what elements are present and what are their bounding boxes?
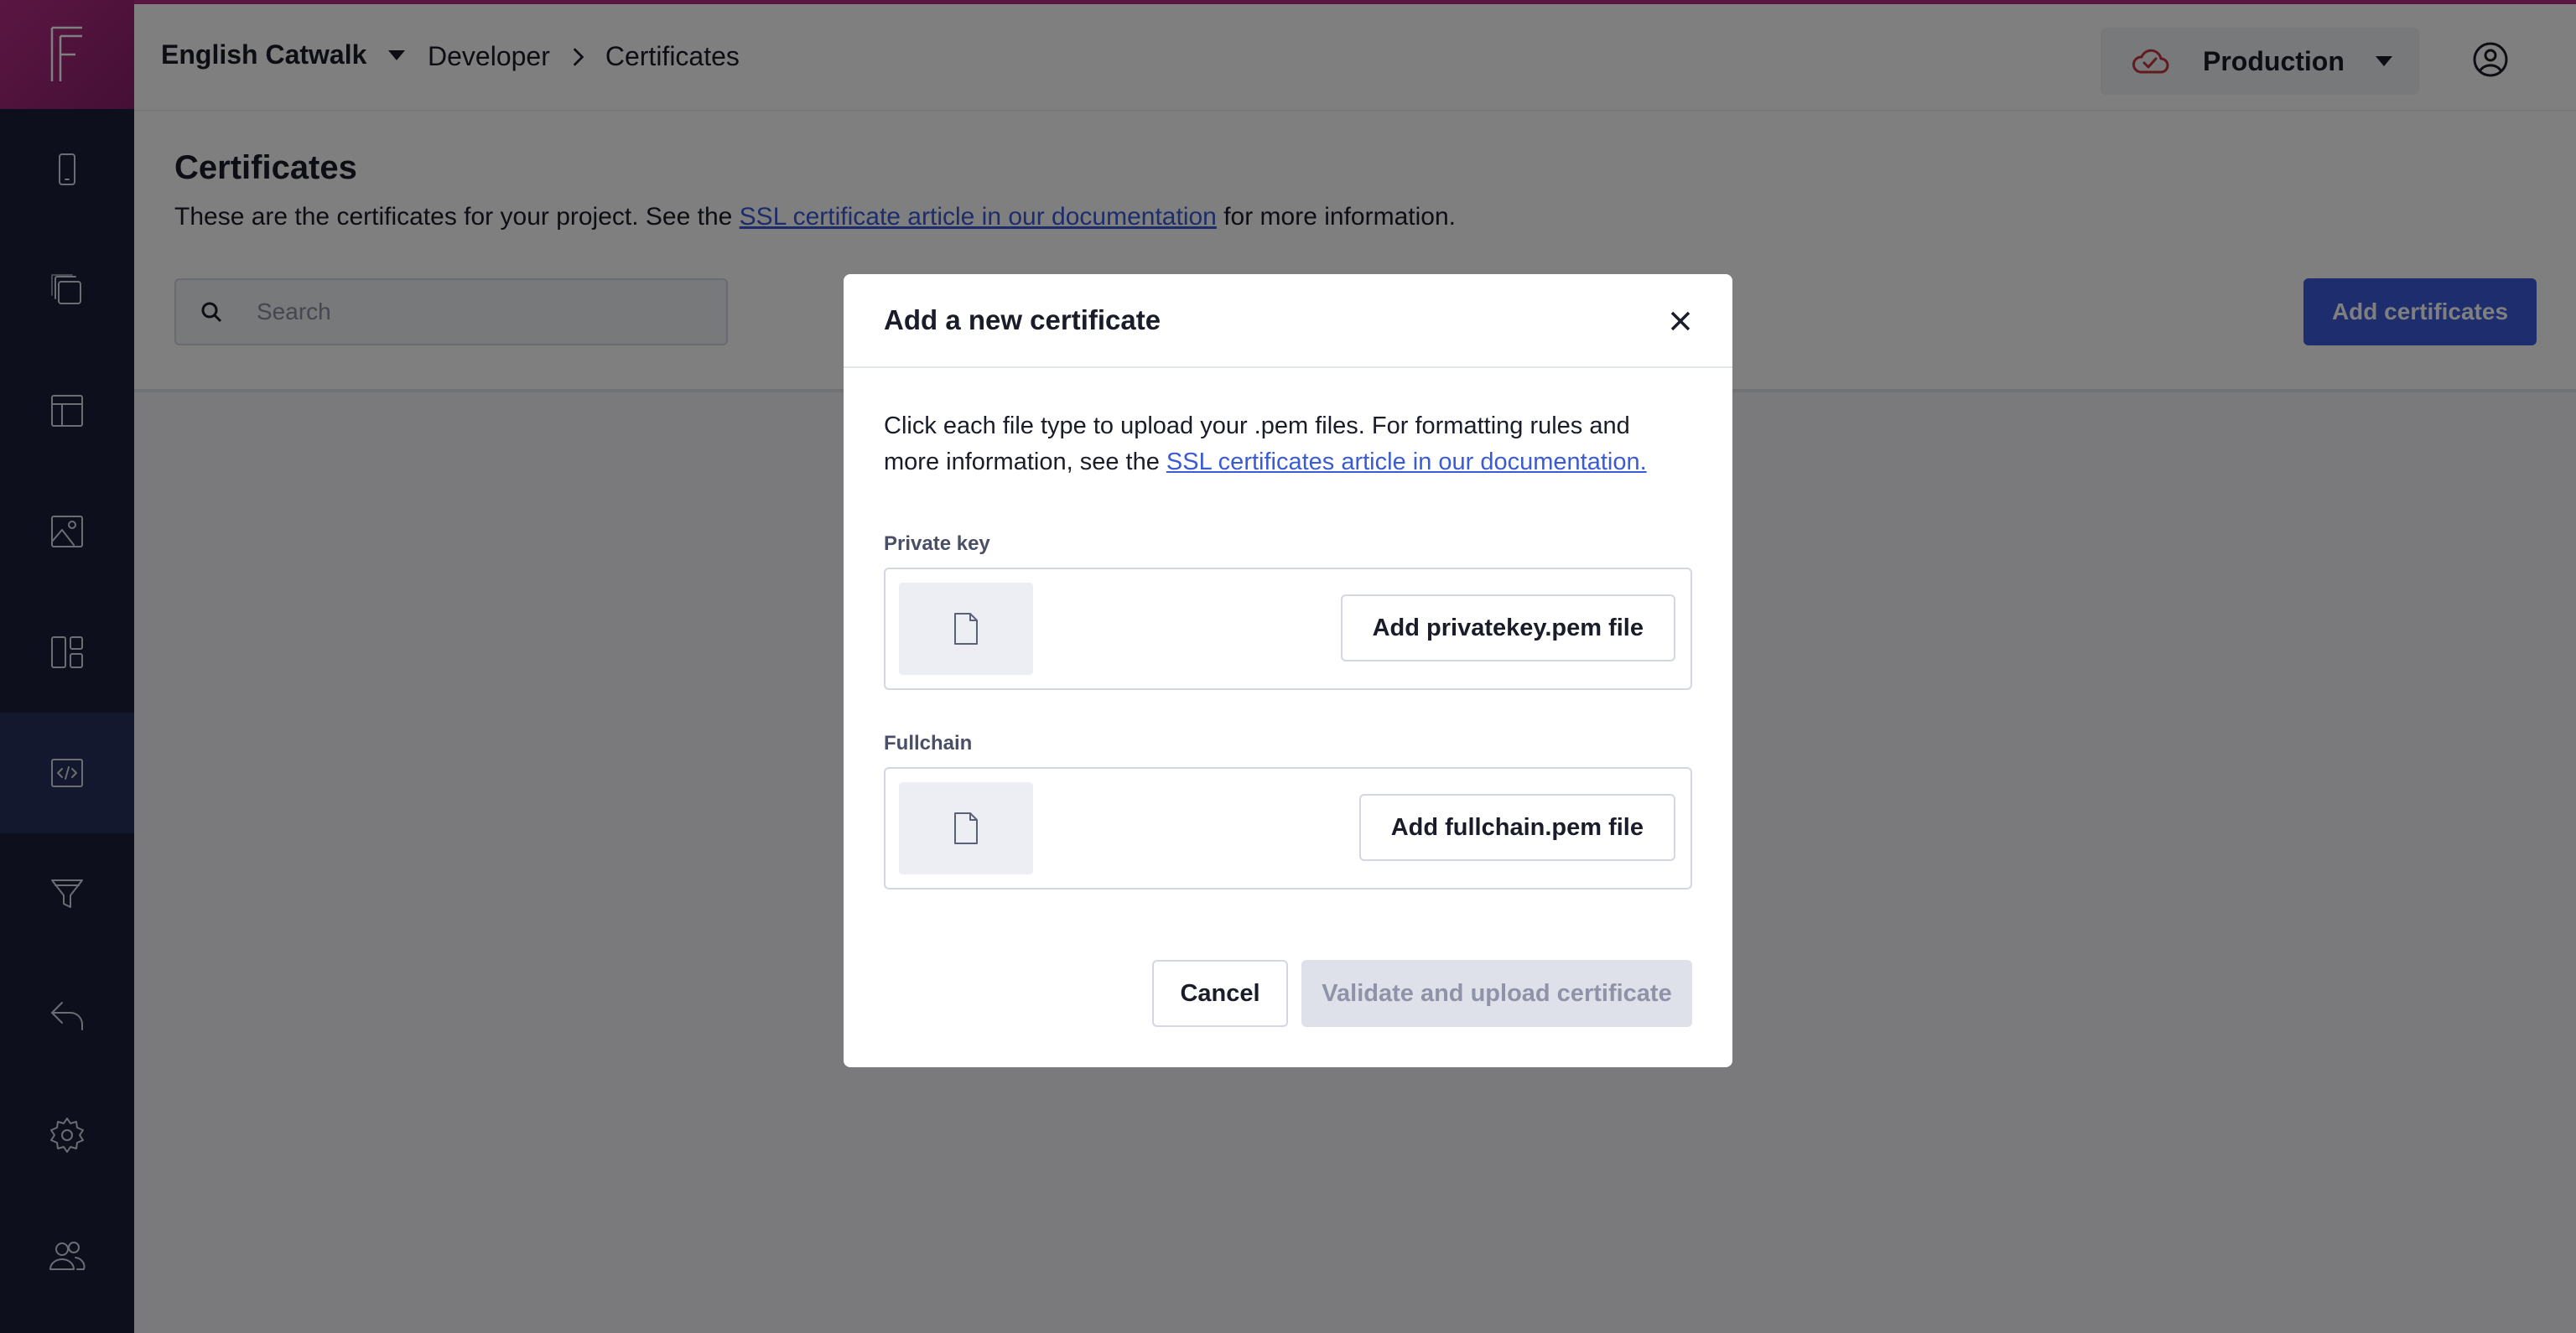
close-button[interactable] [1665, 306, 1696, 336]
file-placeholder [899, 782, 1033, 874]
fullchain-label: Fullchain [884, 732, 973, 755]
file-icon [954, 613, 978, 645]
modal-header: Add a new certificate [844, 274, 1732, 368]
fullchain-upload: Add fullchain.pem file [884, 767, 1692, 890]
validate-upload-button[interactable]: Validate and upload certificate [1301, 960, 1692, 1027]
add-privatekey-button[interactable]: Add privatekey.pem file [1340, 594, 1675, 661]
private-key-upload: Add privatekey.pem file [884, 568, 1692, 690]
file-icon [954, 812, 978, 844]
ssl-certificates-doc-link[interactable]: SSL certificates article in our document… [1166, 449, 1647, 475]
close-icon [1670, 311, 1690, 331]
modal-description: Click each file type to upload your .pem… [884, 408, 1689, 480]
app: English Catwalk Developer Certificates P… [0, 0, 2576, 1333]
modal-title: Add a new certificate [884, 304, 1161, 335]
file-placeholder [899, 583, 1033, 675]
add-certificate-modal: Add a new certificate Click each file ty… [844, 274, 1732, 1067]
cancel-button[interactable]: Cancel [1152, 960, 1288, 1027]
add-fullchain-button[interactable]: Add fullchain.pem file [1358, 794, 1675, 861]
private-key-label: Private key [884, 532, 990, 555]
